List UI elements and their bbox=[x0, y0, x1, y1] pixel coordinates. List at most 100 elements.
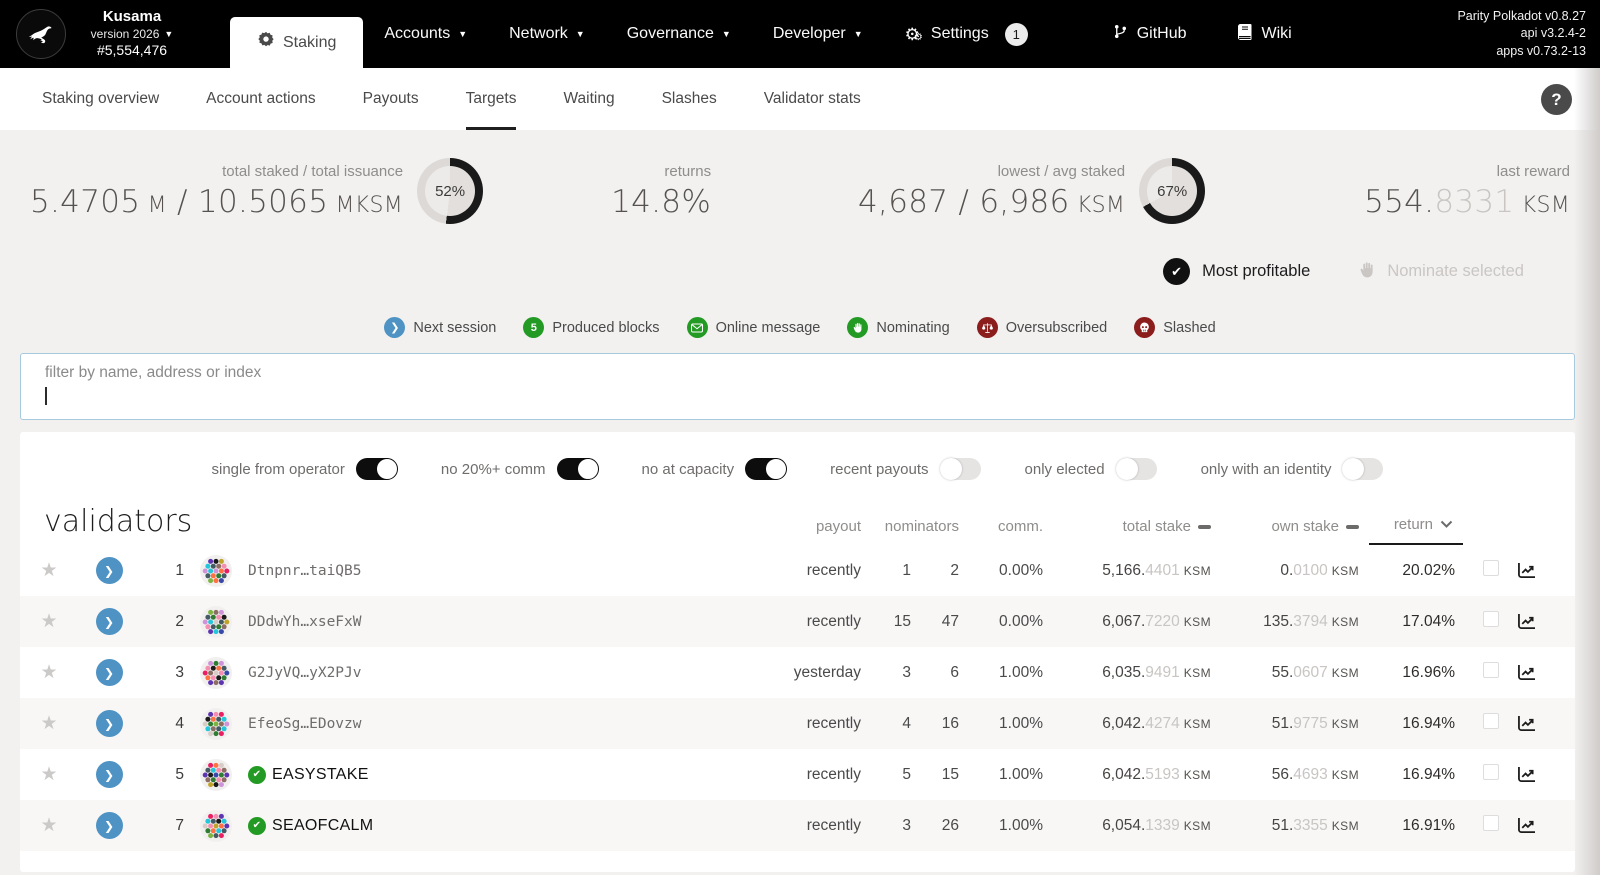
tab-slashes[interactable]: Slashes bbox=[662, 68, 717, 130]
select-checkbox[interactable] bbox=[1465, 611, 1517, 632]
verified-check-icon: ✔ bbox=[248, 765, 266, 784]
stats-chart-button[interactable] bbox=[1517, 766, 1575, 783]
expand-row-button[interactable]: ❯ bbox=[78, 557, 140, 584]
legend-item-produced-blocks: 5 Produced blocks bbox=[523, 317, 660, 338]
stats-chart-button[interactable] bbox=[1517, 664, 1575, 681]
toggle-single-from-operator[interactable]: single from operator bbox=[212, 458, 398, 480]
own-stake-cell: 135.3794 KSM bbox=[1263, 612, 1359, 630]
identicon-icon[interactable] bbox=[190, 707, 242, 740]
legend-label: Next session bbox=[413, 319, 497, 336]
favorite-star-icon[interactable]: ★ bbox=[20, 814, 78, 837]
stats-chart-button[interactable] bbox=[1517, 562, 1575, 579]
expand-row-button[interactable]: ❯ bbox=[78, 761, 140, 788]
status-legend: ❯ Next session 5 Produced blocks Online mess… bbox=[0, 317, 1600, 338]
nav-item-settings[interactable]: ⚙⚙ Settings 1 bbox=[884, 0, 1049, 68]
summary-value: 5.4705 M / 10.5065 MKSM bbox=[30, 183, 404, 220]
validator-address[interactable]: EfeoSg…EDovzw bbox=[242, 716, 753, 732]
col-header-return[interactable]: return bbox=[1369, 516, 1463, 545]
help-button[interactable]: ? bbox=[1541, 84, 1572, 115]
expand-row-button[interactable]: ❯ bbox=[78, 812, 140, 839]
validator-address[interactable]: Dtnpnr…taiQB5 bbox=[242, 563, 753, 579]
select-checkbox[interactable] bbox=[1465, 713, 1517, 734]
filter-input[interactable]: filter by name, address or index bbox=[20, 353, 1575, 420]
nav-item-staking[interactable]: Staking bbox=[230, 17, 364, 68]
chain-selector[interactable]: Kusama version 2026 ▼ #5,554,476 bbox=[76, 0, 188, 68]
tab-waiting[interactable]: Waiting bbox=[563, 68, 614, 130]
identicon-icon[interactable] bbox=[190, 809, 242, 842]
nav-item-developer[interactable]: Developer ▼ bbox=[752, 0, 884, 68]
select-checkbox[interactable] bbox=[1465, 815, 1517, 836]
stats-chart-button[interactable] bbox=[1517, 817, 1575, 834]
toggle-switch[interactable] bbox=[1342, 458, 1384, 480]
favorite-star-icon[interactable]: ★ bbox=[20, 712, 78, 735]
toggle-switch[interactable] bbox=[1115, 458, 1157, 480]
tab-validator-stats[interactable]: Validator stats bbox=[764, 68, 861, 130]
select-checkbox[interactable] bbox=[1465, 662, 1517, 683]
toggle-switch[interactable] bbox=[355, 458, 398, 480]
return-cell: 16.91% bbox=[1402, 816, 1455, 834]
github-link[interactable]: GitHub bbox=[1113, 23, 1187, 45]
nominators-active-cell: 4 bbox=[902, 714, 911, 732]
returns-summary: returns 14.8% bbox=[591, 163, 711, 220]
toggle-switch[interactable] bbox=[745, 458, 788, 480]
stats-chart-button[interactable] bbox=[1517, 613, 1575, 630]
validator-address[interactable]: G2JyVQ…yX2PJv bbox=[242, 665, 753, 681]
identicon-icon[interactable] bbox=[190, 554, 242, 587]
toggle-switch[interactable] bbox=[556, 458, 599, 480]
most-profitable-button[interactable]: ✔ Most profitable bbox=[1163, 258, 1310, 285]
select-checkbox[interactable] bbox=[1465, 560, 1517, 581]
return-cell: 17.04% bbox=[1402, 612, 1455, 630]
legend-item-oversubscribed: Oversubscribed bbox=[976, 317, 1107, 338]
tab-payouts[interactable]: Payouts bbox=[363, 68, 419, 130]
chevron-down-icon: ▼ bbox=[575, 29, 585, 39]
tab-account-actions[interactable]: Account actions bbox=[206, 68, 315, 130]
total-stake-cell: 6,054.1339 KSM bbox=[1102, 816, 1211, 834]
legend-item-slashed: Slashed bbox=[1134, 317, 1216, 338]
identicon-icon[interactable] bbox=[190, 656, 242, 689]
chevron-right-icon: ❯ bbox=[103, 614, 115, 629]
expand-row-button[interactable]: ❯ bbox=[78, 710, 140, 737]
stats-chart-button[interactable] bbox=[1517, 715, 1575, 732]
expand-row-button[interactable]: ❯ bbox=[78, 659, 140, 686]
tab-targets[interactable]: Targets bbox=[465, 68, 517, 130]
favorite-star-icon[interactable]: ★ bbox=[20, 763, 78, 786]
validator-address[interactable]: DDdwYh…xseFxW bbox=[242, 614, 753, 630]
toggle-only-with-an-identity[interactable]: only with an identity bbox=[1201, 458, 1384, 480]
favorite-star-icon[interactable]: ★ bbox=[20, 610, 78, 633]
validators-table-header: validators payout nominators comm. total… bbox=[20, 496, 1575, 545]
chevron-right-icon: ❯ bbox=[384, 317, 406, 338]
toggle-no-at-capacity[interactable]: no at capacity bbox=[642, 458, 788, 480]
identicon-icon[interactable] bbox=[190, 758, 242, 791]
wiki-link[interactable]: Wiki bbox=[1237, 23, 1292, 45]
col-header-total-stake[interactable]: total stake bbox=[1053, 518, 1221, 545]
toggle-only-elected[interactable]: only elected bbox=[1025, 458, 1157, 480]
toggle-no-20-comm[interactable]: no 20%+ comm bbox=[440, 458, 599, 480]
favorite-star-icon[interactable]: ★ bbox=[20, 559, 78, 582]
col-header-comm: comm. bbox=[998, 518, 1043, 535]
own-stake-cell: 55.0607 KSM bbox=[1271, 663, 1359, 681]
legend-label: Produced blocks bbox=[552, 319, 660, 336]
tab-staking-overview[interactable]: Staking overview bbox=[42, 68, 159, 130]
expand-row-button[interactable]: ❯ bbox=[78, 608, 140, 635]
col-header-own-stake[interactable]: own stake bbox=[1221, 518, 1369, 545]
nav-item-network[interactable]: Network ▼ bbox=[488, 0, 606, 68]
chevron-right-icon: ❯ bbox=[103, 563, 115, 578]
nominators-total-cell: 15 bbox=[941, 765, 959, 783]
validator-name[interactable]: ✔ SEAOFCALM bbox=[242, 816, 753, 835]
favorite-star-icon[interactable]: ★ bbox=[20, 661, 78, 684]
nav-item-accounts[interactable]: Accounts ▼ bbox=[363, 0, 488, 68]
identicon-icon[interactable] bbox=[190, 605, 242, 638]
summary-value: 4,687 / 6,986 KSM bbox=[858, 183, 1126, 220]
validators-title: validators bbox=[44, 504, 193, 539]
commission-cell: 1.00% bbox=[999, 714, 1043, 732]
validator-name[interactable]: ✔ EASYSTAKE bbox=[242, 765, 753, 784]
select-checkbox[interactable] bbox=[1465, 764, 1517, 785]
toggle-label: no 20%+ comm bbox=[440, 460, 546, 478]
book-icon bbox=[1237, 23, 1253, 45]
nav-item-governance[interactable]: Governance ▼ bbox=[606, 0, 752, 68]
envelope-icon bbox=[686, 317, 708, 338]
toggle-recent-payouts[interactable]: recent payouts bbox=[830, 458, 981, 480]
toggle-switch[interactable] bbox=[939, 458, 981, 480]
payout-cell: yesterday bbox=[793, 663, 861, 681]
nominators-active-cell: 3 bbox=[902, 663, 911, 681]
